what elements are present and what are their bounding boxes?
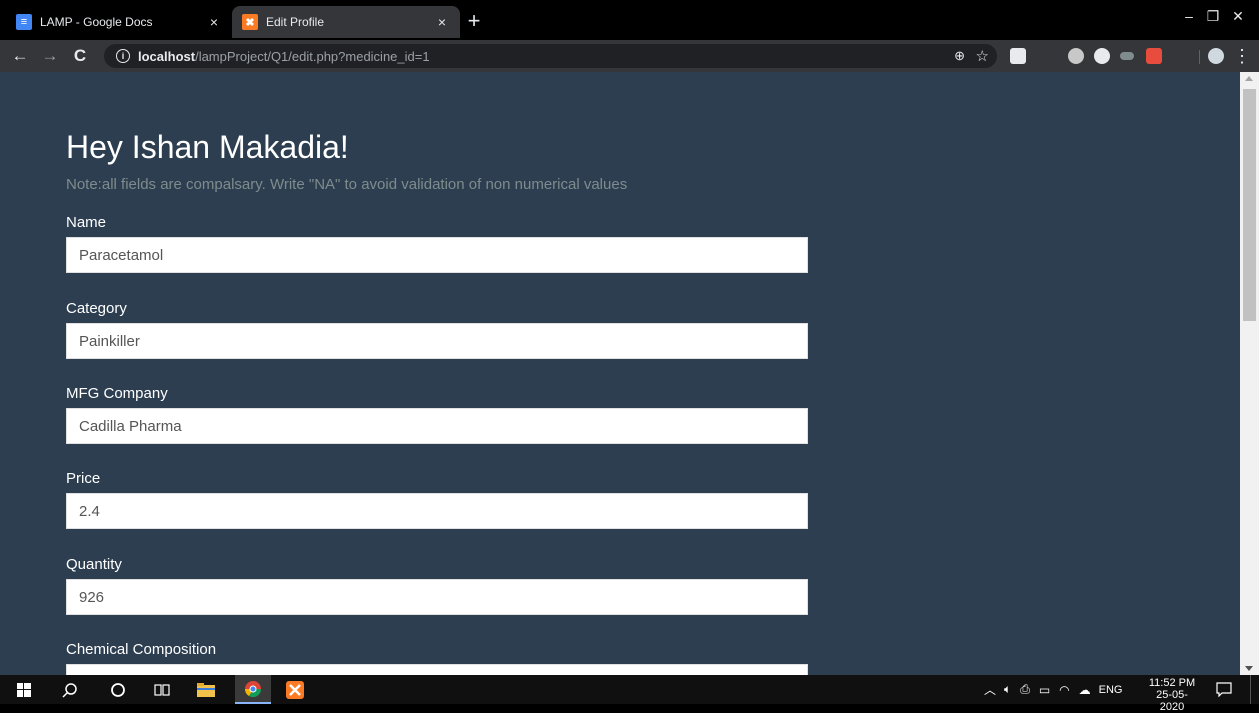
volume-icon[interactable]: 🔈︎ (1004, 682, 1011, 697)
clock-time: 11:52 PM (1148, 677, 1196, 689)
back-button[interactable]: ← (8, 44, 32, 68)
show-desktop-divider[interactable] (1250, 675, 1251, 704)
task-view-icon (154, 683, 170, 696)
mfg-company-label: MFG Company (66, 385, 168, 402)
scroll-down-icon[interactable] (1245, 666, 1253, 671)
browser-menu-icon[interactable]: ⋮ (1230, 44, 1254, 68)
tab-edit-profile[interactable]: ✖ Edit Profile × (232, 6, 460, 38)
browser-toolbar: ← → C i localhost /lampProject/Q1/edit.p… (0, 40, 1259, 72)
chemical-composition-label: Chemical Composition (66, 641, 217, 658)
forward-button[interactable]: → (38, 44, 62, 68)
xampp-icon (286, 680, 304, 699)
close-tab-icon[interactable]: × (204, 14, 224, 30)
chrome-icon (244, 680, 262, 697)
mfg-company-input[interactable] (66, 408, 808, 444)
extension-red-icon[interactable] (1146, 48, 1162, 64)
start-button[interactable] (12, 675, 36, 704)
tab-title: LAMP - Google Docs (40, 15, 153, 29)
task-view-button[interactable] (150, 675, 174, 704)
zoom-icon[interactable]: ⊕ (954, 48, 965, 64)
field-price: Price (66, 469, 808, 529)
system-tray: ︿ 🔈︎ ⎙ ▭ ◠ ☁ ENG (984, 675, 1123, 704)
tab-title: Edit Profile (266, 15, 325, 29)
search-button[interactable] (58, 675, 82, 704)
toolbar-separator (1199, 50, 1200, 64)
quantity-input[interactable] (66, 579, 808, 615)
cortana-button[interactable] (106, 675, 130, 704)
name-input[interactable] (66, 237, 808, 273)
extension-cube-icon[interactable] (1010, 48, 1026, 64)
field-chemical-composition: Chemical Composition (66, 640, 808, 675)
battery-icon[interactable]: ▭ (1039, 683, 1050, 697)
name-label: Name (66, 214, 107, 231)
quantity-label: Quantity (66, 556, 122, 573)
language-indicator[interactable]: ENG (1099, 684, 1123, 696)
address-bar[interactable]: i localhost /lampProject/Q1/edit.php?med… (104, 44, 997, 68)
url-host: localhost (138, 48, 196, 64)
page-scrollbar[interactable] (1240, 72, 1259, 675)
chemical-composition-input[interactable] (66, 664, 808, 675)
price-input[interactable] (66, 493, 808, 529)
google-docs-icon: ≡ (16, 14, 32, 30)
clock[interactable]: 11:52 PM 25-05-2020 (1144, 677, 1200, 713)
clock-date: 25-05-2020 (1156, 689, 1188, 713)
tab-lamp-google-docs[interactable]: ≡ LAMP - Google Docs × (6, 6, 232, 38)
extension-gear-icon[interactable] (1068, 48, 1084, 64)
extension-w-icon[interactable] (1094, 48, 1110, 64)
browser-tab-strip: ≡ LAMP - Google Docs × ✖ Edit Profile × … (0, 0, 1259, 40)
price-label: Price (66, 470, 101, 487)
site-info-icon[interactable]: i (116, 49, 130, 63)
category-label: Category (66, 300, 127, 317)
xampp-icon: ✖ (242, 14, 258, 30)
cortana-icon (111, 682, 125, 697)
page-viewport: Hey Ishan Makadia! Note:all fields are c… (0, 72, 1240, 675)
extension-glasses-icon[interactable] (1120, 52, 1134, 60)
page-greeting: Hey Ishan Makadia! (66, 129, 349, 165)
usb-icon[interactable]: ⎙ (1020, 682, 1030, 697)
url-path: /lampProject/Q1/edit.php?medicine_id=1 (195, 48, 430, 64)
wifi-icon[interactable]: ◠ (1059, 683, 1069, 697)
notification-icon (1216, 682, 1232, 697)
form-note: Note:all fields are compalsary. Write "N… (66, 176, 628, 193)
bookmark-star-icon[interactable]: ☆ (976, 47, 989, 65)
chrome-taskbar-button[interactable] (235, 675, 271, 704)
new-tab-button[interactable]: + (462, 10, 486, 34)
field-name: Name (66, 213, 808, 273)
profile-avatar[interactable] (1208, 48, 1224, 64)
field-category: Category (66, 299, 808, 359)
close-window-button[interactable]: ✕ (1218, 8, 1258, 32)
close-tab-icon[interactable]: × (432, 14, 452, 30)
windows-taskbar: ︿ 🔈︎ ⎙ ▭ ◠ ☁ ENG 11:52 PM 25-05-2020 (0, 675, 1259, 713)
windows-logo-icon (17, 682, 31, 697)
xampp-taskbar-button[interactable] (283, 675, 307, 704)
folder-icon (197, 682, 215, 697)
reload-button[interactable]: C (68, 44, 92, 68)
scrollbar-thumb[interactable] (1243, 89, 1256, 321)
onedrive-icon[interactable]: ☁ (1079, 683, 1091, 697)
field-mfg-company: MFG Company (66, 384, 808, 444)
chevron-up-icon[interactable]: ︿ (984, 681, 996, 698)
field-quantity: Quantity (66, 555, 808, 615)
action-center-button[interactable] (1212, 675, 1236, 704)
scroll-up-icon[interactable] (1245, 76, 1253, 81)
file-explorer-button[interactable] (194, 675, 218, 704)
edit-form: Hey Ishan Makadia! Note:all fields are c… (66, 127, 808, 194)
search-icon (62, 682, 77, 698)
category-input[interactable] (66, 323, 808, 359)
